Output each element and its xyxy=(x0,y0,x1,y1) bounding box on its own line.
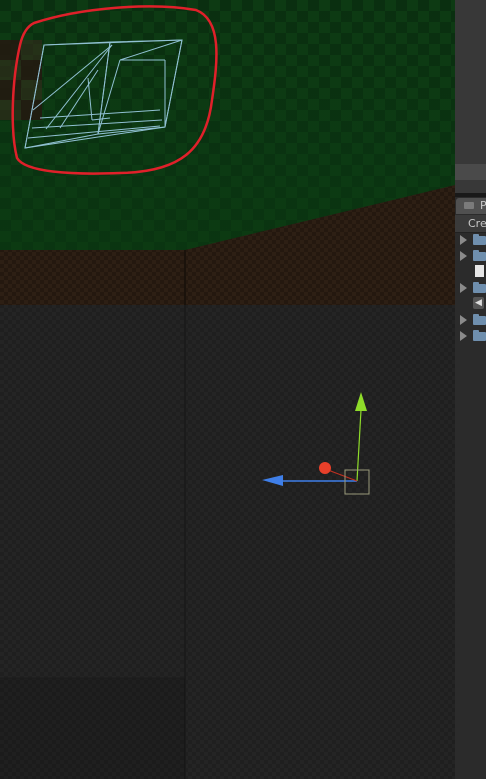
project-folder-icon xyxy=(464,202,474,209)
project-tab-label: P xyxy=(480,199,486,212)
project-panel: P Cre ◀ xyxy=(455,0,486,779)
gray-ground-plane xyxy=(0,305,455,779)
list-item-scene[interactable]: ◀ xyxy=(455,296,486,312)
list-item-folder-2[interactable] xyxy=(455,248,486,264)
folder-icon xyxy=(473,282,486,293)
list-item-folder-1[interactable] xyxy=(455,232,486,248)
create-dropdown[interactable]: Cre xyxy=(455,215,486,233)
tab-project[interactable]: P xyxy=(456,198,486,214)
folder-icon xyxy=(473,314,486,325)
list-item-folder-3[interactable] xyxy=(455,280,486,296)
panel-divider[interactable] xyxy=(455,193,486,197)
expand-arrow-icon[interactable] xyxy=(460,315,467,325)
folder-icon xyxy=(473,250,486,261)
expand-arrow-icon[interactable] xyxy=(460,331,467,341)
unity-scene-icon: ◀ xyxy=(473,297,484,309)
list-item-file[interactable] xyxy=(455,264,486,280)
inspector-strip xyxy=(455,164,486,180)
expand-arrow-icon[interactable] xyxy=(460,251,467,261)
list-item-folder-4[interactable] xyxy=(455,312,486,328)
document-icon xyxy=(475,265,484,277)
scene-view[interactable] xyxy=(0,0,455,779)
folder-icon xyxy=(473,330,486,341)
expand-arrow-icon[interactable] xyxy=(460,283,467,293)
folder-icon xyxy=(473,234,486,245)
expand-arrow-icon[interactable] xyxy=(460,235,467,245)
z-axis-dot-icon[interactable] xyxy=(319,462,331,474)
list-item-folder-5[interactable] xyxy=(455,328,486,344)
create-label: Cre xyxy=(468,217,486,230)
